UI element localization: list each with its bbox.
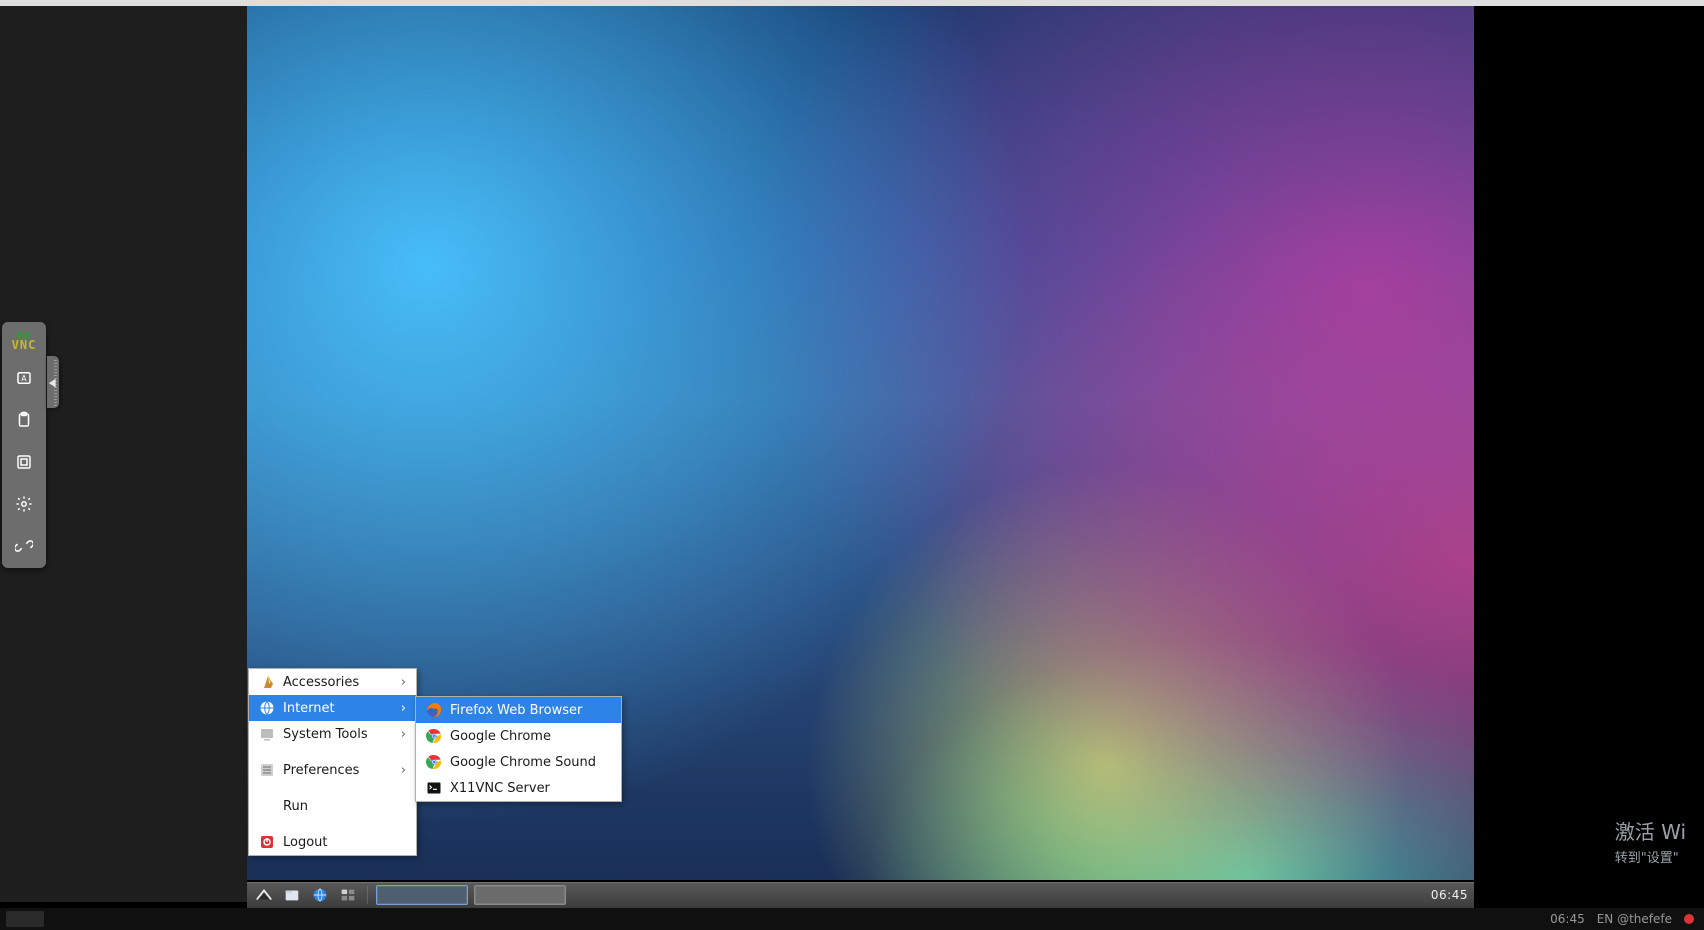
internet-submenu: Firefox Web Browser Google Chrome Google… [415, 696, 622, 802]
taskbar-clock[interactable]: 06:45 [1431, 888, 1468, 902]
menu-run[interactable]: Run [249, 793, 416, 819]
firefox-icon [426, 702, 442, 718]
novnc-logo: no VNC [12, 330, 37, 350]
menu-item-label: Preferences [283, 763, 359, 778]
host-right-text: EN @thefefe [1597, 912, 1672, 926]
submenu-x11vnc[interactable]: X11VNC Server [416, 775, 621, 801]
menu-logout[interactable]: Logout [249, 829, 416, 855]
globe-small-icon [311, 886, 329, 904]
clipboard-icon [15, 411, 33, 429]
globe-icon [259, 700, 275, 716]
empty-icon [259, 798, 275, 814]
novnc-extra-keys-button[interactable]: A [10, 364, 38, 392]
menu-system-tools[interactable]: System Tools [249, 721, 416, 747]
menu-item-label: Accessories [283, 675, 359, 690]
menu-preferences[interactable]: Preferences [249, 757, 416, 783]
link-broken-icon [15, 537, 33, 555]
graphics-icon [259, 674, 275, 690]
fullscreen-icon [15, 453, 33, 471]
submenu-firefox[interactable]: Firefox Web Browser [416, 697, 621, 723]
pager-icon [339, 886, 357, 904]
novnc-sidebar: no VNC A [2, 322, 46, 568]
submenu-item-label: Google Chrome Sound [450, 755, 596, 770]
novnc-collapse-handle[interactable]: ◀ [47, 356, 59, 408]
terminal-icon [426, 780, 442, 796]
host-task-button[interactable] [6, 911, 44, 927]
logout-icon [259, 834, 275, 850]
submenu-chrome-sound[interactable]: Google Chrome Sound [416, 749, 621, 775]
submenu-item-label: Google Chrome [450, 729, 551, 744]
menu-item-label: System Tools [283, 727, 368, 742]
novnc-fullscreen-button[interactable] [10, 448, 38, 476]
menu-item-label: Logout [283, 835, 328, 850]
host-clock: 06:45 [1550, 912, 1585, 926]
menu-item-label: Run [283, 799, 308, 814]
host-red-dot-icon[interactable] [1684, 914, 1694, 924]
quicklaunch-browser[interactable] [309, 885, 331, 905]
svg-text:A: A [21, 374, 27, 383]
quicklaunch-pager[interactable] [337, 885, 359, 905]
keyboard-key-icon: A [15, 369, 33, 387]
gear-icon [15, 495, 33, 513]
menu-accessories[interactable]: Accessories [249, 669, 416, 695]
taskbar-separator [367, 886, 368, 904]
system-icon [259, 726, 275, 742]
taskbar-task[interactable] [474, 885, 566, 905]
menu-item-label: Internet [283, 701, 335, 716]
chrome-icon [426, 728, 442, 744]
menu-internet[interactable]: Internet [249, 695, 416, 721]
quicklaunch-files[interactable] [281, 885, 303, 905]
host-taskbar: 06:45 EN @thefefe [0, 908, 1704, 930]
prefs-icon [259, 762, 275, 778]
taskbar-task-active[interactable] [376, 885, 468, 905]
chrome-icon [426, 754, 442, 770]
submenu-chrome[interactable]: Google Chrome [416, 723, 621, 749]
folder-icon [283, 886, 301, 904]
start-menu: Accessories Internet System Tools Prefer… [248, 668, 417, 856]
taskbar: 06:45 [247, 882, 1474, 908]
novnc-disconnect-button[interactable] [10, 532, 38, 560]
submenu-item-label: X11VNC Server [450, 781, 550, 796]
submenu-item-label: Firefox Web Browser [450, 703, 582, 718]
novnc-settings-button[interactable] [10, 490, 38, 518]
start-icon [255, 886, 273, 904]
start-button[interactable] [253, 885, 275, 905]
right-black-mask [1474, 6, 1704, 902]
novnc-clipboard-button[interactable] [10, 406, 38, 434]
